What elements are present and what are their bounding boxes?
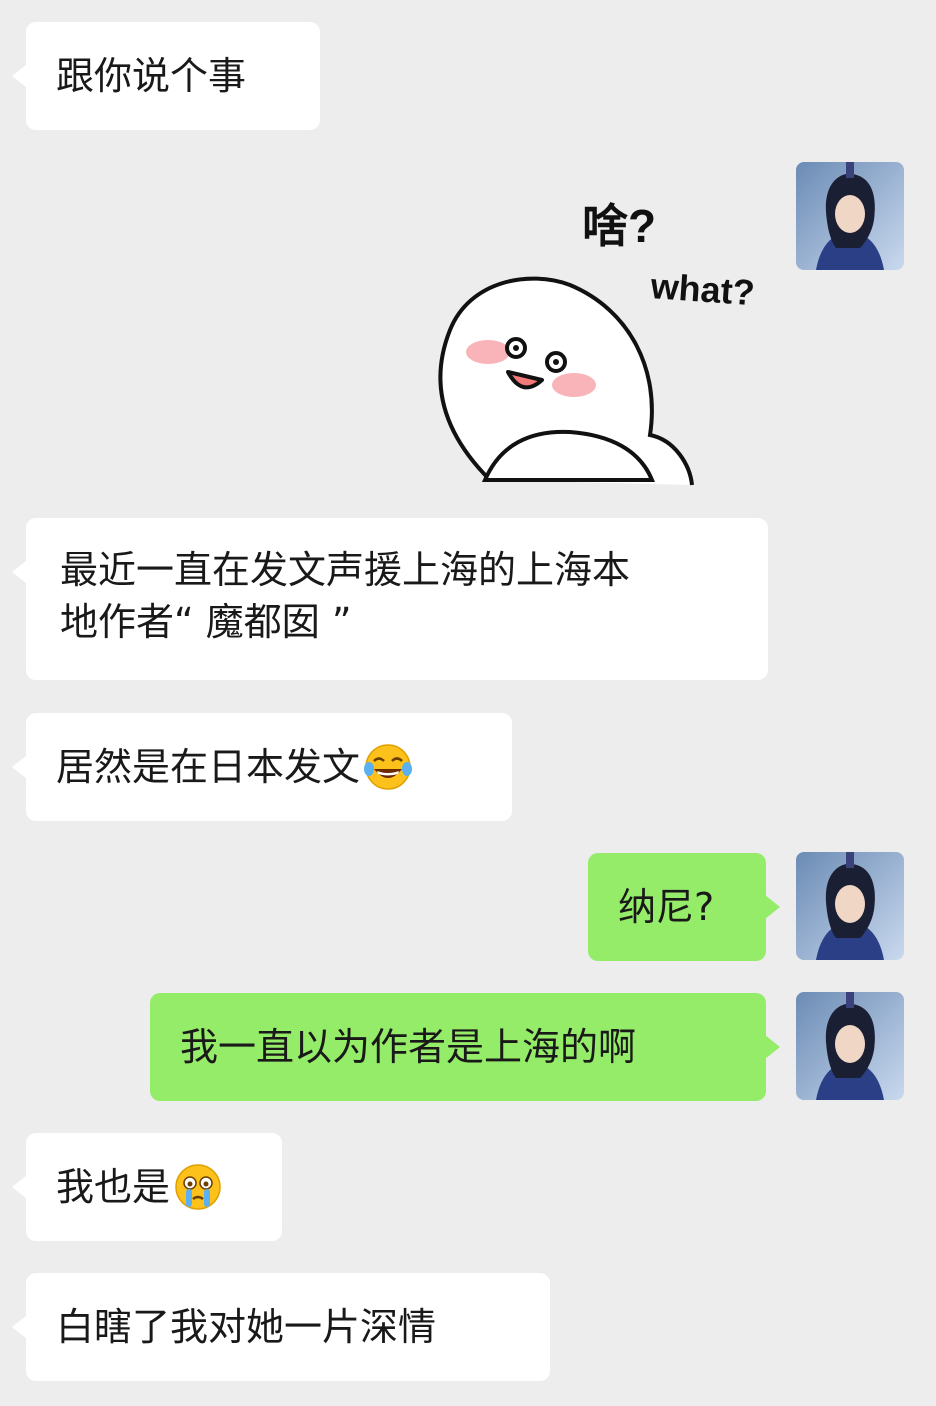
tears-of-joy-emoji-icon [362,741,414,793]
message-bubble-outgoing[interactable]: 纳尼? [588,853,780,961]
message-text: 居然是在日本发文 [56,745,361,789]
message-bubble-incoming[interactable]: 白瞎了我对她一片深情 [12,1273,550,1381]
message-bubble-incoming[interactable]: 我也是 [12,1133,282,1241]
avatar[interactable] [796,162,904,270]
message-text: 我一直以为作者是上海的啊 [180,1025,637,1069]
avatar[interactable] [796,852,904,960]
message-text: 跟你说个事 [56,54,247,98]
message-bubble-incoming[interactable]: 跟你说个事 [12,22,320,130]
message-bubble-incoming[interactable]: 最近一直在发文声援上海的上海本 地作者“ 魔都囡 ” [12,518,768,680]
user-avatar-icon [796,992,904,1100]
avatar[interactable] [796,992,904,1100]
message-text: 白瞎了我对她一片深情 [56,1305,437,1349]
message-text-line: 地作者“ 魔都囡 ” [60,600,352,644]
user-avatar-icon [796,162,904,270]
sticker-text-sha: 啥? [582,200,656,252]
sticker-text-what: what? [648,265,756,313]
message-bubble-incoming[interactable]: 居然是在日本发文 [12,713,512,821]
message-text-line: 最近一直在发文声援上海的上海本 [60,548,631,592]
sticker-image[interactable]: 啥? what? [430,180,780,488]
message-text: 我也是 [56,1165,171,1209]
user-avatar-icon [796,852,904,960]
message-bubble-outgoing[interactable]: 我一直以为作者是上海的啊 [150,993,780,1101]
crying-emoji-icon [172,1161,224,1213]
message-text: 纳尼? [618,885,715,929]
